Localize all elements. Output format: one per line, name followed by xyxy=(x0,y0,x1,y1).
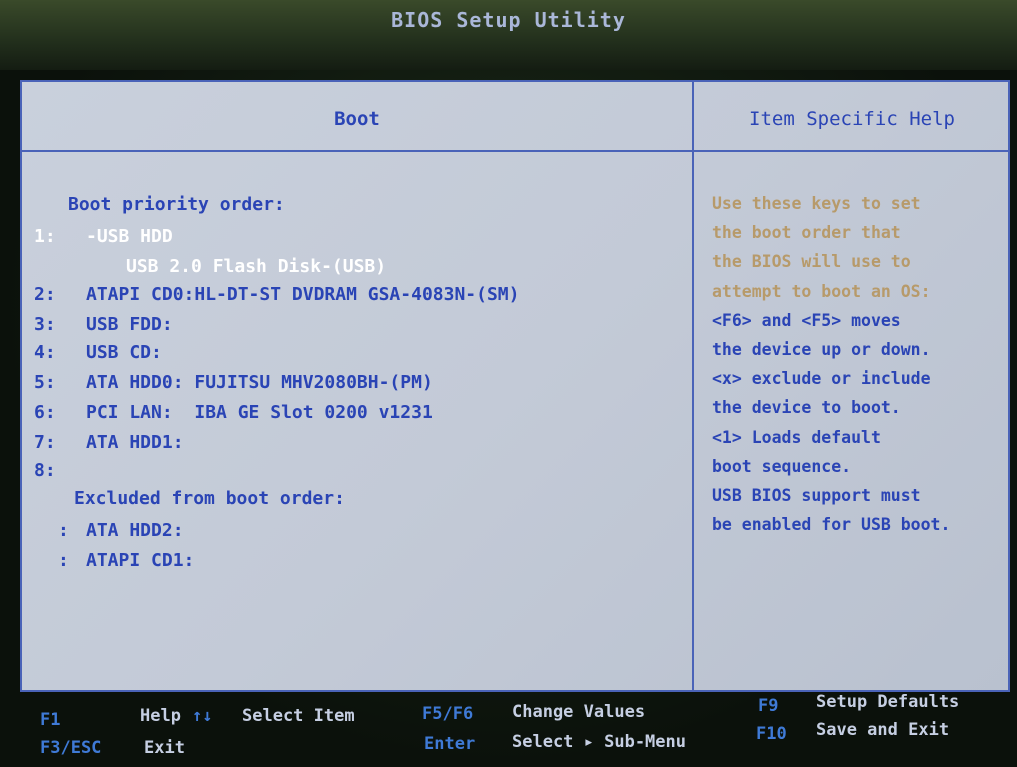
boot-item[interactable]: 3: USB FDD: xyxy=(22,314,682,336)
boot-priority-label: Boot priority order: xyxy=(68,194,285,215)
help-line: Use these keys to set xyxy=(712,194,921,213)
boot-item[interactable]: USB 2.0 Flash Disk-(USB) xyxy=(22,256,682,278)
help-line: <x> exclude or include xyxy=(712,369,931,389)
help-line: <1> Loads default xyxy=(712,427,881,447)
boot-item[interactable]: 1: -USB HDD xyxy=(22,226,682,248)
excluded-item[interactable]: : ATA HDD2: xyxy=(22,520,682,542)
boot-item[interactable]: 5: ATA HDD0: FUJITSU MHV2080BH-(PM) xyxy=(22,372,682,394)
help-line: the device up or down. xyxy=(712,340,931,359)
help-line: USB BIOS support must xyxy=(712,486,921,505)
boot-item-number: : xyxy=(58,520,69,541)
column-divider xyxy=(692,82,694,690)
f5f6-label: Change Values xyxy=(512,702,646,722)
enter-key[interactable]: Enter xyxy=(424,734,475,754)
f9-label: Setup Defaults xyxy=(816,692,960,712)
f10-label: Save and Exit xyxy=(816,720,950,740)
boot-item-label: USB CD: xyxy=(86,342,162,363)
boot-item[interactable]: 8: xyxy=(22,460,682,482)
enter-label: Select ▸ Sub-Menu xyxy=(512,732,686,752)
boot-item-number: 7: xyxy=(34,432,56,453)
tab-boot[interactable]: Boot xyxy=(22,108,692,130)
up-down-arrows-icon: ↑↓ xyxy=(192,706,213,726)
boot-item-number: 5: xyxy=(34,372,56,393)
key-legend: F1 Help ↑↓ Select Item F3/ESC Exit F5/F6… xyxy=(20,692,1010,762)
esc-label: Exit xyxy=(144,738,185,758)
boot-item-number: 6: xyxy=(34,402,56,423)
boot-item-label: USB 2.0 Flash Disk-(USB) xyxy=(126,256,387,277)
f10-key[interactable]: F10 xyxy=(756,724,787,744)
help-header: Item Specific Help xyxy=(749,108,955,130)
bios-screen: BIOS Setup Utility Boot Item Specific He… xyxy=(0,0,1017,767)
f1-label: Help xyxy=(140,706,181,726)
help-line: attempt to boot an OS: xyxy=(712,281,931,301)
boot-item-number: : xyxy=(58,550,69,571)
boot-item-number: 2: xyxy=(34,284,56,305)
boot-item-number: 3: xyxy=(34,314,56,335)
boot-item-label: ATA HDD0: FUJITSU MHV2080BH-(PM) xyxy=(86,372,433,393)
boot-item-label: ATA HDD2: xyxy=(86,520,184,541)
help-line: the device to boot. xyxy=(712,398,901,418)
f5f6-key[interactable]: F5/F6 xyxy=(422,704,473,724)
help-line: <F6> and <F5> moves xyxy=(712,310,901,330)
boot-item-label: ATAPI CD1: xyxy=(86,550,195,571)
boot-item[interactable]: 7: ATA HDD1: xyxy=(22,432,682,454)
arrows-label: Select Item xyxy=(242,706,355,726)
boot-item-label: ATA HDD1: xyxy=(86,432,184,453)
boot-item-number: 4: xyxy=(34,342,56,363)
help-line: the BIOS will use to xyxy=(712,252,911,272)
boot-item-label: PCI LAN: IBA GE Slot 0200 v1231 xyxy=(86,402,433,423)
boot-item[interactable]: 2: ATAPI CD0:HL-DT-ST DVDRAM GSA-4083N-(S… xyxy=(22,284,682,306)
excluded-item[interactable]: : ATAPI CD1: xyxy=(22,550,682,572)
help-line: boot sequence. xyxy=(712,456,852,476)
boot-item-label: USB FDD: xyxy=(86,314,173,335)
boot-item-number: 1: xyxy=(34,226,56,247)
help-line: the boot order that xyxy=(712,223,901,243)
title-bar: BIOS Setup Utility xyxy=(0,0,1017,70)
esc-key[interactable]: F3/ESC xyxy=(40,738,101,758)
boot-panel: Boot Item Specific Help Boot priority or… xyxy=(20,80,1010,692)
f1-key[interactable]: F1 xyxy=(40,710,60,730)
f9-key[interactable]: F9 xyxy=(758,696,778,716)
app-title: BIOS Setup Utility xyxy=(391,8,626,32)
help-line: be enabled for USB boot. xyxy=(712,515,951,535)
boot-item[interactable]: 6: PCI LAN: IBA GE Slot 0200 v1231 xyxy=(22,402,682,424)
boot-item-label: ATAPI CD0:HL-DT-ST DVDRAM GSA-4083N-(SM) xyxy=(86,284,520,305)
excluded-label: Excluded from boot order: xyxy=(74,488,345,509)
boot-item-number: 8: xyxy=(34,460,56,481)
boot-item-label: -USB HDD xyxy=(86,226,173,247)
boot-item[interactable]: 4: USB CD: xyxy=(22,342,682,364)
